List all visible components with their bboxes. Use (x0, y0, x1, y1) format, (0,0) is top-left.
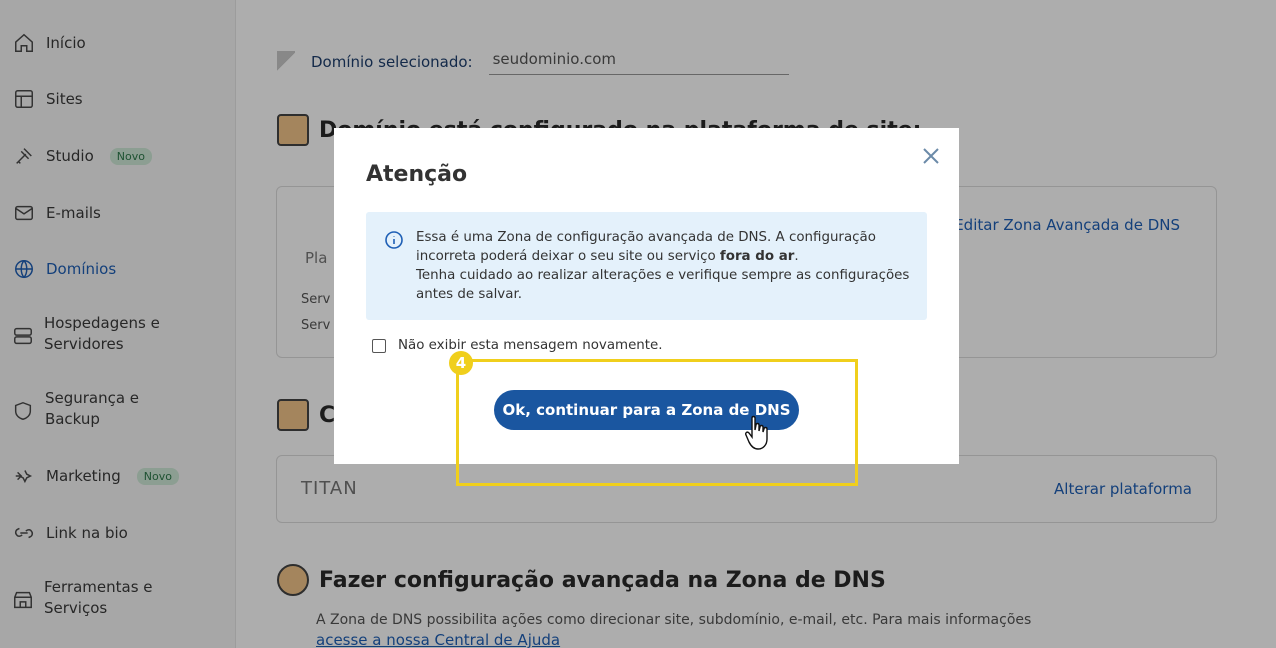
alert-bold-text: fora do ar (719, 249, 795, 264)
info-icon (384, 230, 404, 250)
hand-cursor-icon (744, 414, 772, 452)
modal-title: Atenção (366, 162, 468, 187)
close-icon[interactable] (921, 146, 941, 166)
checkbox-label: Não exibir esta mensagem novamente. (398, 338, 663, 353)
warning-alert: Essa é uma Zona de configuração avançada… (366, 212, 927, 320)
step-number-badge: 4 (449, 351, 473, 375)
dont-show-again-row[interactable]: Não exibir esta mensagem novamente. (372, 338, 663, 353)
alert-message: Essa é uma Zona de configuração avançada… (416, 230, 910, 302)
tutorial-highlight-box (456, 359, 858, 486)
dont-show-again-checkbox[interactable] (372, 338, 386, 353)
